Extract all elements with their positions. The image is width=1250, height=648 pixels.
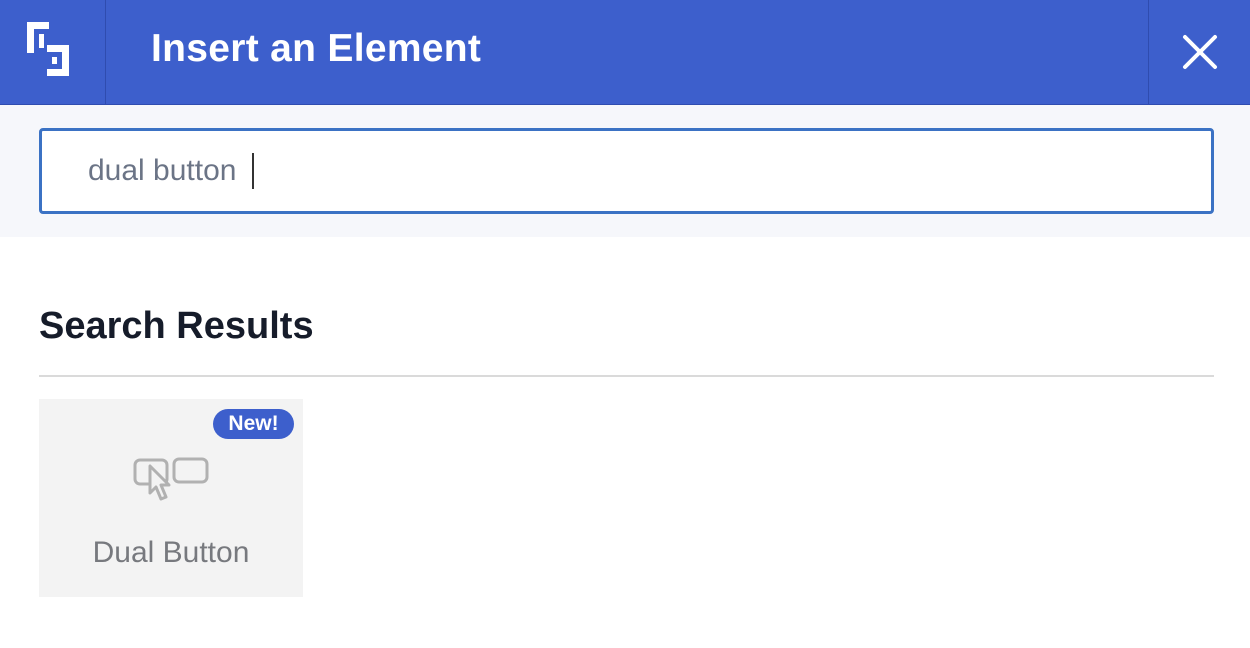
close-icon — [1182, 35, 1217, 69]
builder-logo-icon — [26, 22, 69, 76]
element-card-dual-button[interactable]: New! Dual Button — [39, 399, 303, 597]
element-card-label: Dual Button — [92, 536, 250, 569]
text-caret — [252, 153, 254, 189]
search-results-heading: Search Results — [39, 305, 314, 347]
dual-button-icon — [133, 457, 209, 501]
new-badge: New! — [213, 409, 294, 439]
search-area — [0, 105, 1250, 237]
close-button[interactable] — [1148, 0, 1250, 104]
modal-header: Insert an Element — [0, 0, 1250, 105]
logo — [0, 0, 106, 104]
modal-title: Insert an Element — [151, 27, 482, 70]
search-input[interactable] — [39, 128, 1214, 214]
divider — [39, 375, 1214, 377]
